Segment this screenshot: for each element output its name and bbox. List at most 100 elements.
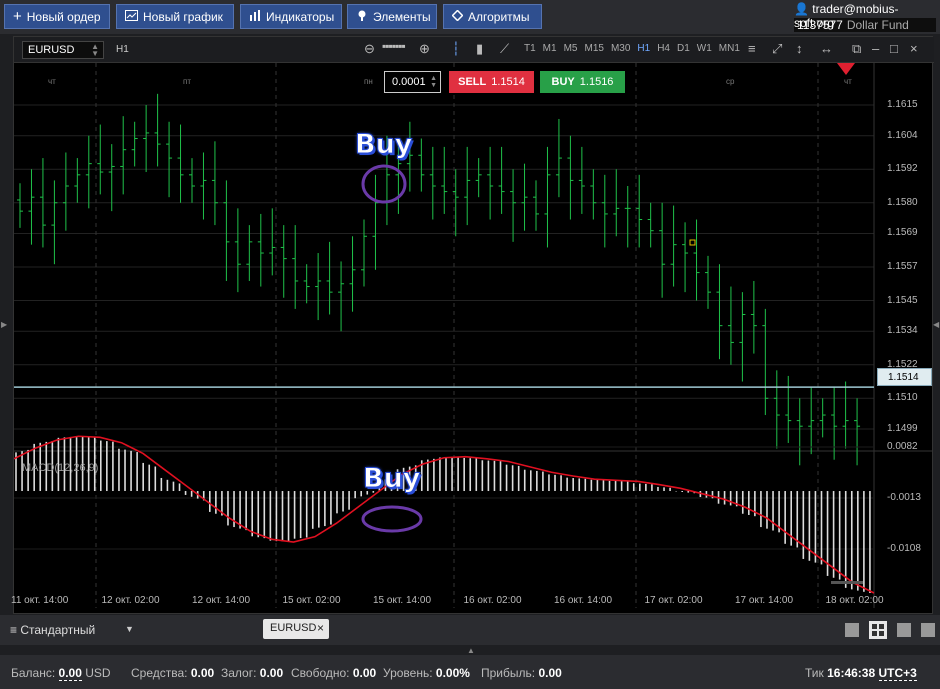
algorithms-button[interactable]: Алгоритмы: [443, 4, 542, 29]
funds: Средства: 0.00: [131, 666, 214, 680]
workspace-preset[interactable]: ≡ Стандартный: [10, 623, 95, 637]
chart-icon: [125, 9, 138, 24]
layout-rows-icon[interactable]: [921, 623, 935, 637]
close-icon[interactable]: ×: [910, 41, 918, 56]
text-tool-icon[interactable]: ≡: [748, 41, 756, 56]
tf-m15[interactable]: M15: [584, 43, 603, 54]
bars-icon: [249, 9, 261, 24]
time-tick-label: 12 окт. 02:00: [101, 595, 160, 606]
current-price-tag: 1.1514: [877, 368, 932, 386]
profit: Прибыль: 0.00: [481, 666, 562, 680]
price-chart[interactable]: [14, 63, 932, 613]
symbol-value: EURUSD: [28, 44, 75, 56]
price-tick-label: 1.1499: [887, 423, 918, 434]
popout-icon[interactable]: ⧉: [852, 41, 861, 57]
maximize-icon[interactable]: □: [890, 41, 898, 56]
macd-indicator-label[interactable]: MACD(12,26,9): [22, 462, 98, 474]
top-toolbar: + Новый ордер Новый график Индикаторы Эл…: [0, 0, 940, 34]
profit-label: Прибыль:: [481, 666, 536, 680]
balance-currency: USD: [85, 666, 111, 680]
tf-w1[interactable]: W1: [697, 43, 712, 54]
zoom-out-icon[interactable]: ⊖: [364, 41, 375, 57]
zoom-slider[interactable]: ▪▪▪▪▪▪▪: [382, 39, 406, 53]
buy-circle: [361, 505, 423, 533]
time-tick-label: 15 окт. 14:00: [373, 595, 432, 606]
tf-m30[interactable]: M30: [611, 43, 630, 54]
diamond-icon: [451, 8, 464, 24]
chevron-down-icon[interactable]: ▼: [125, 624, 134, 634]
tick-label: Тик: [805, 666, 824, 680]
buy-price: 1.1516: [579, 76, 614, 88]
balance[interactable]: Баланс: 0.00 USD: [11, 666, 111, 681]
time-value: 16:46:38: [827, 666, 876, 680]
time-tick-label: 16 окт. 14:00: [554, 595, 613, 606]
sell-price: 1.1514: [491, 76, 525, 88]
close-icon[interactable]: ×: [317, 621, 324, 635]
new-chart-button[interactable]: Новый график: [116, 4, 234, 29]
funds-value: 0.00: [190, 666, 215, 680]
layout-grid-icon[interactable]: [869, 621, 887, 639]
tf-t1[interactable]: T1: [524, 43, 536, 54]
tf-m1[interactable]: M1: [543, 43, 557, 54]
funds-label: Средства:: [131, 666, 188, 680]
bar-chart-icon[interactable]: ┆: [452, 41, 460, 57]
macd-tick-label: -0.0013: [887, 492, 921, 503]
zoom-in-icon[interactable]: ⊕: [419, 41, 430, 57]
level-label: Уровень:: [383, 666, 433, 680]
status-bar: Баланс: 0.00 USD Средства: 0.00 Залог: 0…: [0, 655, 940, 689]
account-number: 1137577: [797, 18, 843, 32]
plus-icon: +: [13, 7, 22, 25]
day-label: ср: [726, 77, 735, 86]
buy-label: BUY: [551, 76, 575, 88]
buy-annotation: Buy: [354, 129, 413, 161]
new-order-label: Новый ордер: [26, 9, 101, 24]
timezone-selector[interactable]: UTC+3: [878, 666, 917, 681]
expand-left-icon[interactable]: ▶: [1, 320, 7, 329]
day-label: чт: [844, 77, 852, 86]
candle-chart-icon[interactable]: ▮: [476, 41, 483, 57]
buy-button[interactable]: BUY 1.1516: [540, 71, 625, 93]
tf-mn1[interactable]: MN1: [719, 43, 740, 54]
expand-right-icon[interactable]: ◀: [933, 320, 939, 329]
time-tick-label: 17 окт. 02:00: [644, 595, 703, 606]
tf-m5[interactable]: M5: [564, 43, 578, 54]
account-info[interactable]: 👤 trader@mobius-soft.org 1137577Dollar F…: [794, 2, 936, 32]
trendline-tool-icon[interactable]: ⤢: [772, 41, 782, 57]
chart-tab-eurusd[interactable]: EURUSD ×: [263, 619, 329, 639]
layout-columns-icon[interactable]: [897, 623, 911, 637]
price-tick-label: 1.1569: [887, 227, 918, 239]
line-chart-icon[interactable]: ⟋: [500, 41, 509, 57]
hamburger-icon: ≡: [10, 623, 18, 637]
minimize-icon[interactable]: –: [872, 41, 879, 56]
new-order-button[interactable]: + Новый ордер: [4, 4, 110, 29]
lot-size-input[interactable]: 0.0001 ▲ ▼: [384, 71, 441, 93]
tf-h4[interactable]: H4: [657, 43, 670, 54]
price-tick-label: 1.1615: [887, 99, 918, 110]
timeframe-list: T1 M1 M5 M15 M30 H1 H4 D1 W1 MN1: [524, 43, 740, 54]
chart-window: EURUSD ▲ ▼ H1 ⊖ ▪▪▪▪▪▪▪ ⊕ ┆ ▮ ⟋ T1 M1 M5 …: [11, 36, 934, 614]
stepper-arrows-icon: ▲ ▼: [430, 75, 437, 89]
workspace-preset-label: Стандартный: [20, 623, 96, 637]
vertical-line-tool-icon[interactable]: ↕: [796, 41, 803, 56]
time-tick-label: 17 окт. 14:00: [735, 595, 794, 606]
horizontal-line-tool-icon[interactable]: ↔: [820, 41, 833, 56]
timeframe-label: H1: [116, 44, 129, 55]
tf-h1[interactable]: H1: [637, 43, 650, 54]
margin-value: 0.00: [259, 666, 284, 680]
collapse-up-icon[interactable]: ▲: [467, 646, 475, 655]
symbol-selector[interactable]: EURUSD ▲ ▼: [22, 41, 104, 59]
layout-single-icon[interactable]: [845, 623, 859, 637]
tf-d1[interactable]: D1: [677, 43, 690, 54]
elements-button[interactable]: Элементы: [347, 4, 437, 29]
price-tick-label: 1.1604: [887, 129, 918, 141]
day-label: пт: [183, 77, 191, 86]
stepper-arrows-icon: ▲ ▼: [91, 42, 99, 58]
user-icon: 👤: [794, 2, 809, 16]
balance-label: Баланс:: [11, 666, 56, 680]
time-tick-label: 15 окт. 02:00: [282, 595, 341, 606]
free-value: 0.00: [352, 666, 377, 680]
sell-button[interactable]: SELL 1.1514: [449, 71, 534, 93]
indicators-button[interactable]: Индикаторы: [240, 4, 342, 29]
current-time-marker: [837, 63, 855, 75]
price-tick-label: 1.1592: [887, 163, 918, 175]
